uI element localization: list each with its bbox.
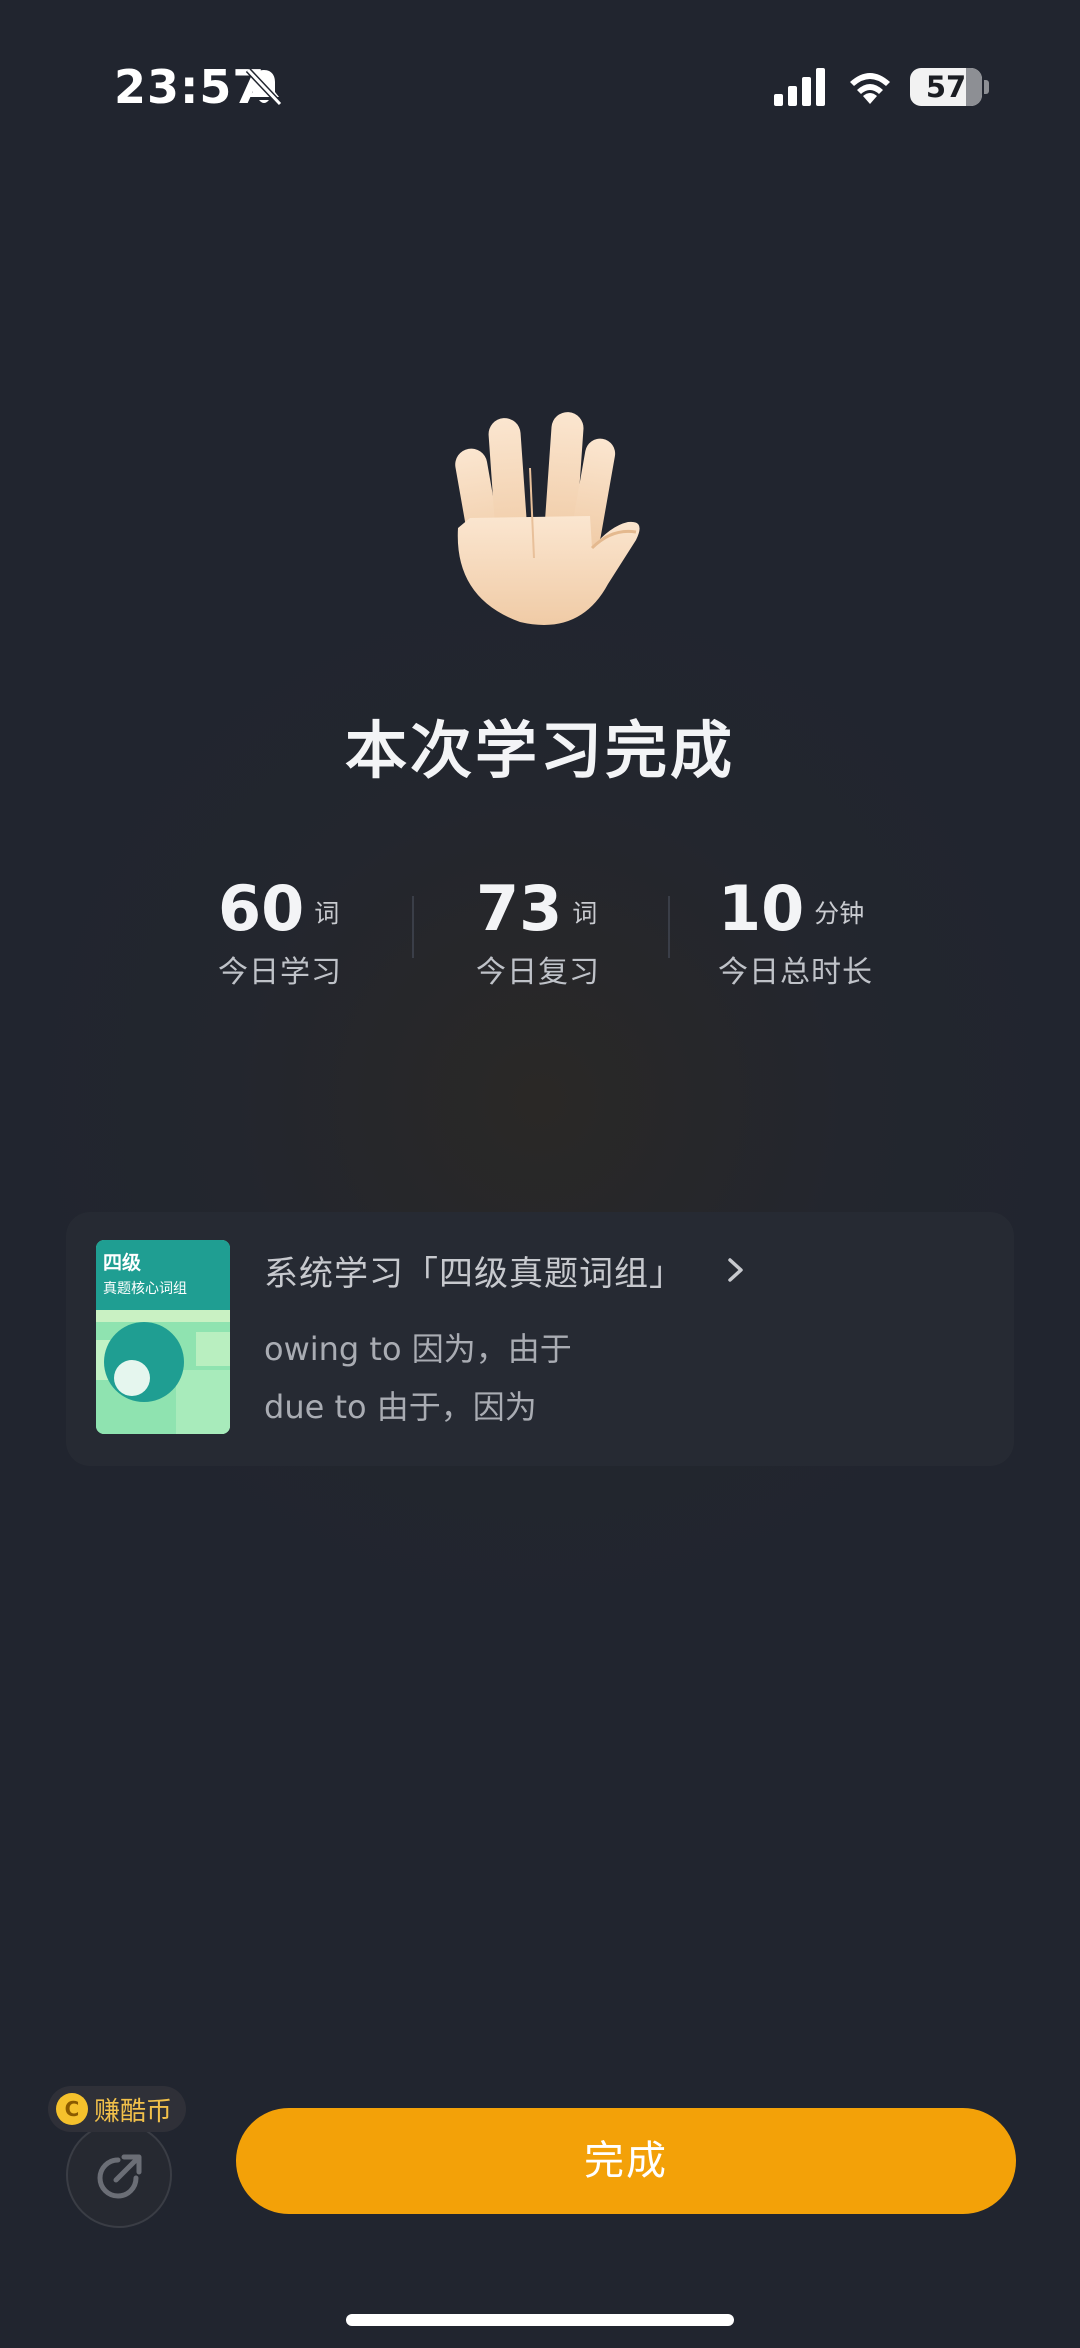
stat-unit: 分钟 (814, 899, 865, 928)
screen: 23:57 57 本次学习完成 60 词 今日学习 73 词 今日复习 10 分… (0, 0, 1080, 2348)
stat-value: 10 (718, 872, 805, 945)
battery-nub (984, 80, 989, 94)
stat-label: 今日学习 (218, 955, 342, 990)
stat-today-learn: 60 词 今日学习 (218, 872, 342, 991)
word-item: due to 由于，因为 (264, 1388, 537, 1426)
stat-unit: 词 (314, 899, 340, 928)
chevron-right-icon (728, 1258, 743, 1282)
wifi-icon (850, 73, 890, 104)
vulcan-salute-hand-icon (455, 412, 640, 625)
page-title: 本次学习完成 (344, 714, 735, 787)
signal-icon (774, 68, 825, 106)
stat-today-review: 73 词 今日复习 (476, 872, 600, 991)
earn-coins-label: 赚酷币 (94, 2096, 173, 2127)
stats-row: 60 词 今日学习 73 词 今日复习 10 分钟 今日总时长 (180, 872, 900, 1002)
battery-empty-segment (966, 68, 982, 106)
share-icon (97, 2154, 142, 2199)
stat-label: 今日复习 (476, 955, 600, 990)
stat-unit: 词 (572, 899, 598, 928)
home-indicator[interactable] (346, 2314, 734, 2326)
earn-coins-badge[interactable]: C 赚酷币 (48, 2086, 187, 2132)
cover-subtitle: 真题核心词组 (103, 1281, 187, 1297)
stat-label: 今日总时长 (718, 955, 873, 990)
battery-icon: 57 (910, 68, 982, 106)
book-cover: 四级 真题核心词组 (96, 1240, 230, 1434)
share-button[interactable] (66, 2122, 172, 2228)
battery-level: 57 (925, 70, 967, 104)
cover-level: 四级 (103, 1252, 142, 1274)
cover-art (96, 1310, 230, 1434)
book-card[interactable]: 四级 真题核心词组 系统学习「四级真题词组」 owing to 因为，由于 du… (66, 1212, 1014, 1466)
stat-today-duration: 10 分钟 今日总时长 (718, 872, 873, 991)
status-time: 23:57 (114, 60, 266, 114)
card-title: 系统学习「四级真题词组」 (264, 1254, 684, 1294)
stat-divider (412, 896, 414, 958)
word-item: owing to 因为，由于 (264, 1330, 572, 1368)
stat-value: 60 (218, 872, 305, 945)
bell-off-icon (245, 67, 283, 107)
done-button[interactable]: 完成 (236, 2108, 1016, 2214)
stat-value: 73 (476, 872, 563, 945)
stat-divider (668, 896, 670, 958)
coin-icon: C (56, 2093, 88, 2125)
